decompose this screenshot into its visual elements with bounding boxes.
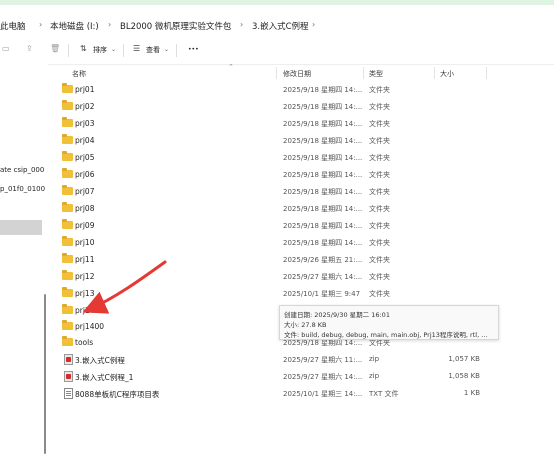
annotation-arrow — [82, 260, 167, 314]
